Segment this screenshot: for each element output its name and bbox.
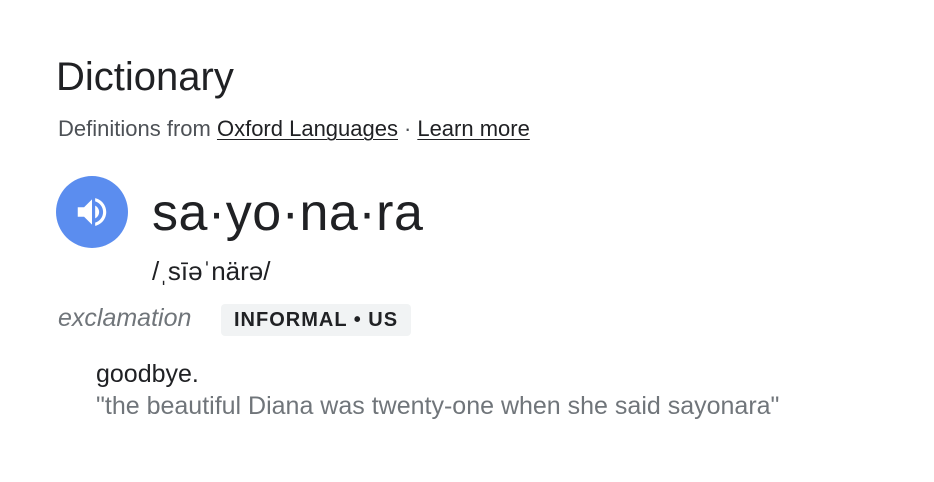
panel-title: Dictionary xyxy=(56,55,234,99)
headword: sa·yo·na·ra xyxy=(152,184,424,242)
source-attribution: Definitions from Oxford Languages · Learn … xyxy=(58,116,530,142)
register-badge: INFORMAL • US xyxy=(221,304,412,336)
source-separator: · xyxy=(404,116,412,141)
speaker-icon xyxy=(77,198,107,226)
example-sentence: "the beautiful Diana was twenty-one when… xyxy=(96,392,780,420)
phonetic-transcription: /ˌsīəˈnärə/ xyxy=(152,256,271,286)
pronunciation-audio-button[interactable] xyxy=(56,176,128,248)
part-of-speech: exclamation xyxy=(58,304,192,332)
definition-text: goodbye. xyxy=(96,360,199,388)
source-prefix: Definitions from xyxy=(58,116,211,141)
learn-more-link[interactable]: Learn more xyxy=(417,116,530,141)
oxford-languages-link[interactable]: Oxford Languages xyxy=(217,116,398,141)
